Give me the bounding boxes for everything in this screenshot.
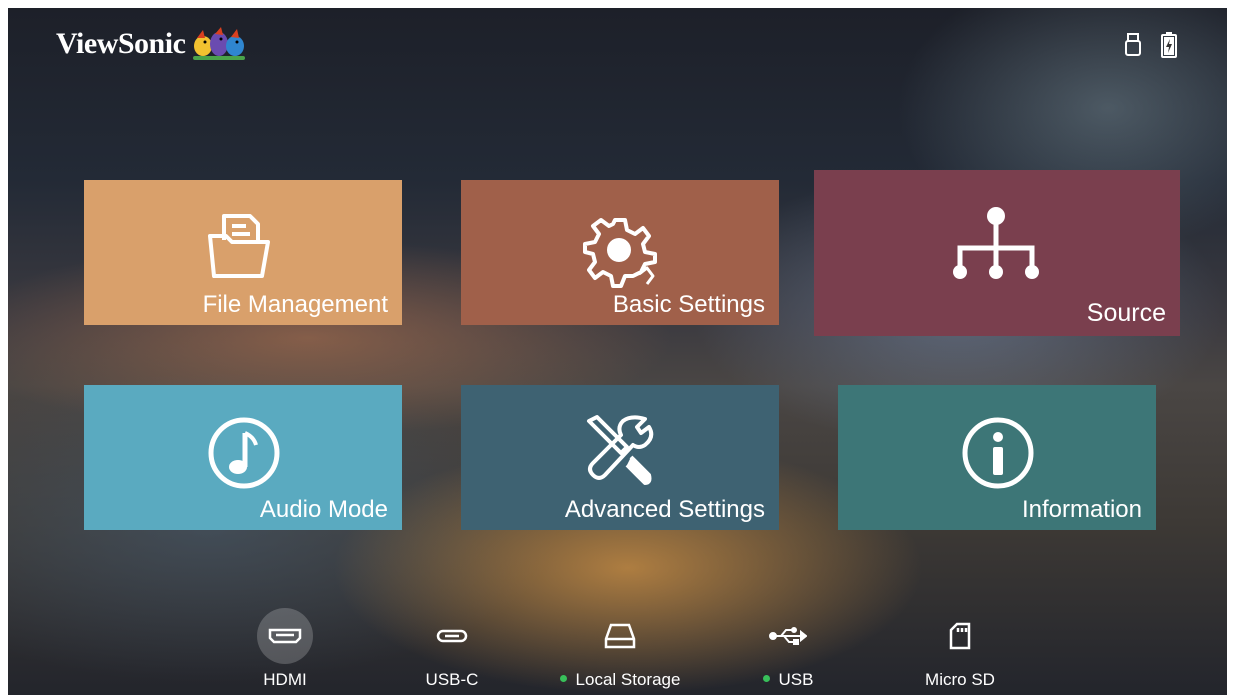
usb-drive-icon	[1125, 33, 1141, 56]
source-label: Micro SD	[925, 670, 995, 689]
viewsonic-logo: ViewSonic	[56, 26, 247, 62]
music-note-icon	[208, 417, 280, 489]
source-local-storage[interactable]: Local Storage	[545, 600, 695, 695]
selection-highlight	[257, 608, 313, 664]
tile-label: File Management	[202, 291, 388, 318]
usb-icon	[769, 627, 807, 645]
gear-icon	[583, 218, 657, 288]
source-micro-sd[interactable]: Micro SD	[885, 600, 1035, 695]
tile-label: Audio Mode	[259, 496, 388, 523]
home-screen: ViewSonic File Management Basic Settings…	[8, 8, 1227, 695]
tile-audio-mode[interactable]: Audio Mode	[84, 385, 402, 530]
connected-dot	[762, 675, 770, 683]
connected-dot	[559, 675, 567, 683]
source-dock: HDMI USB-C Local Storage USB Micro SD	[8, 600, 1227, 695]
tile-label: Basic Settings	[612, 291, 765, 318]
wrench-screwdriver-icon	[587, 415, 654, 485]
tile-label: Information	[1021, 496, 1142, 523]
usb-c-icon	[436, 629, 468, 643]
sd-card-icon	[949, 622, 971, 650]
source-label: HDMI	[263, 670, 307, 689]
tile-label: Source	[1086, 299, 1166, 327]
source-label: USB	[778, 670, 814, 689]
tile-file-management[interactable]: File Management	[84, 180, 402, 325]
tile-label: Advanced Settings	[564, 496, 765, 523]
battery-charging-icon	[1161, 32, 1177, 58]
birds-logo-icon	[193, 27, 246, 60]
source-usb[interactable]: USB	[713, 600, 863, 695]
source-label: Local Storage	[575, 670, 681, 689]
tile-basic-settings[interactable]: Basic Settings	[461, 180, 779, 325]
source-tree-icon	[953, 207, 1039, 279]
source-hdmi[interactable]: HDMI	[210, 600, 360, 695]
source-label: USB-C	[425, 670, 479, 689]
brand-name: ViewSonic	[56, 27, 186, 60]
hdmi-icon	[268, 628, 302, 644]
folder-documents-icon	[208, 214, 270, 278]
tile-information[interactable]: Information	[838, 385, 1156, 530]
info-icon	[962, 417, 1034, 489]
hard-drive-icon	[604, 623, 636, 649]
tile-source[interactable]: Source	[814, 170, 1180, 336]
status-bar	[1125, 32, 1177, 58]
source-usb-c[interactable]: USB-C	[377, 600, 527, 695]
tile-advanced-settings[interactable]: Advanced Settings	[461, 385, 779, 530]
